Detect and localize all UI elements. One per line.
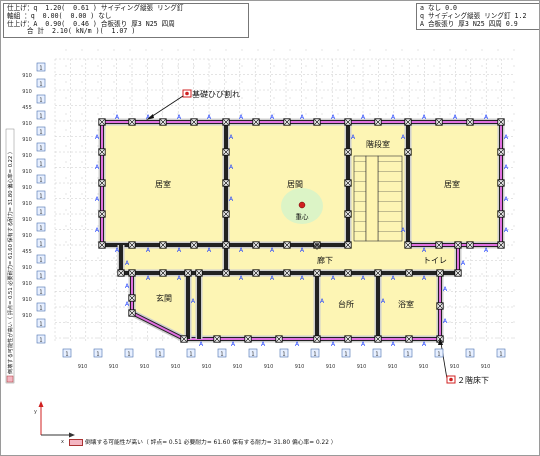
span-label: 910 (419, 364, 429, 370)
annotation-foundation-crack-label: 基礎ひび割れ (192, 89, 240, 99)
axis-box-label: 1 (39, 226, 42, 232)
room-label-corridor: 廊下 (317, 255, 333, 265)
span-label: 910 (264, 364, 274, 370)
span-label: 910 (22, 297, 32, 303)
span-label: 910 (22, 89, 32, 95)
span-label: 910 (22, 233, 32, 239)
axis-box-label: 1 (344, 352, 347, 358)
axis-box-label: 1 (406, 352, 409, 358)
axis-box-label: 1 (39, 66, 42, 72)
span-label: 910 (233, 364, 243, 370)
axis-box-label: 1 (220, 352, 223, 358)
axis-box-label: 1 (499, 352, 502, 358)
axis-box-label: 1 (39, 258, 42, 264)
axis-box-label: 1 (375, 352, 378, 358)
span-label: 910 (22, 201, 32, 207)
room-label-living1: 居室 (155, 179, 171, 189)
axis-box-label: 1 (65, 352, 68, 358)
axis-box-label: 1 (39, 338, 42, 344)
span-label: 910 (295, 364, 305, 370)
room-label-stairs: 階段室 (366, 139, 390, 149)
axis-box-label: 1 (39, 322, 42, 328)
axis-box-label: 1 (39, 114, 42, 120)
axis-box-label: 1 (39, 82, 42, 88)
room-label-entrance: 玄関 (156, 293, 172, 303)
axis-box-label: 1 (39, 194, 42, 200)
axis-box-label: 1 (39, 146, 42, 152)
axis-box-label: 1 (39, 210, 42, 216)
span-label: 910 (202, 364, 212, 370)
axis-box-label: 1 (39, 242, 42, 248)
span-label: 910 (22, 281, 32, 287)
axis-box-label: 1 (39, 178, 42, 184)
span-label: 910 (171, 364, 181, 370)
dimension-row: 1 1 1 1 1 1 1 1 1 1 1 1 1 1 1 910 910 910 910 910 910 910 910 9… (62, 348, 506, 370)
span-label: 910 (450, 364, 460, 370)
span-label: 910 (22, 153, 32, 159)
axis-box-label: 1 (313, 352, 316, 358)
span-label: 910 (78, 364, 88, 370)
span-label: 910 (22, 185, 32, 191)
room-label-living2: 居室 (444, 179, 460, 189)
axis-box-label: 1 (251, 352, 254, 358)
room-label-toilet: トイレ (423, 256, 447, 265)
axis-box-label: 1 (282, 352, 285, 358)
axis-box-label: 1 (39, 306, 42, 312)
status-swatch (69, 439, 83, 446)
room-label-bath: 浴室 (398, 299, 414, 309)
annotation-second-floor-label: ２階床下 (457, 375, 489, 385)
span-label: 910 (109, 364, 119, 370)
center-of-gravity-label: 重心 (296, 213, 310, 221)
axis-box-label: 1 (468, 352, 471, 358)
stair-flight-left (353, 155, 367, 242)
axis-y-label: y (34, 409, 37, 415)
axis-box-label: 1 (189, 352, 192, 358)
vertical-status-text: 倒壊する可能性が高い（ 評点= 0.51 必要耐力= 61.60 保有する耐力=… (6, 149, 14, 374)
span-label: 910 (140, 364, 150, 370)
span-label: 455 (22, 105, 32, 111)
annotation-second-floor[interactable]: ２階床下 (438, 338, 489, 385)
stair-landing (365, 155, 379, 242)
span-label: 910 (326, 364, 336, 370)
vertical-result-text: 倒壊する可能性が高い（ 評点= 0.51 必要耐力= 61.60 保有する耐力=… (5, 128, 15, 384)
axis-box-label: 1 (39, 98, 42, 104)
floor-plan-canvas[interactable]: A A A A A A A A A A A A AAAAAAAAAAAAA AAA A A A A A A A AA AA A… (1, 1, 539, 455)
span-label: 910 (22, 217, 32, 223)
span-label: 910 (22, 313, 32, 319)
axis-box-label: 1 (39, 162, 42, 168)
status-bar: 倒壊する可能性が高い（ 評点= 0.51 必要耐力= 61.60 保有する耐力=… (69, 438, 369, 448)
axis-box-label: 1 (39, 290, 42, 296)
stair-flight-right (377, 155, 403, 242)
span-label: 910 (22, 121, 32, 127)
span-label: 910 (22, 265, 32, 271)
span-label: 910 (481, 364, 491, 370)
status-text: 倒壊する可能性が高い（ 評点= 0.51 必要耐力= 61.60 保有する耐力=… (85, 440, 337, 446)
room-label-kitchen: 台所 (338, 299, 354, 309)
dimension-column: 1 1 1 1 1 1 1 1 1 1 1 1 1 1 1 1 1 1 910 910 455 910 910 910 910 9… (22, 62, 46, 344)
span-label: 910 (357, 364, 367, 370)
axis-box-label: 1 (39, 274, 42, 280)
drawing-window: 仕上げ：q 1.20( 0.61 ) サイディング縦張 リング釘 軸組 ：q 0.… (0, 0, 540, 456)
axis-x-label: x (61, 439, 64, 445)
span-label: 455 (22, 249, 32, 255)
room-label-living-main: 居間 (287, 180, 303, 189)
span-label: 910 (22, 169, 32, 175)
span-label: 910 (22, 137, 32, 143)
axis-box-label: 1 (437, 352, 440, 358)
axis-box-label: 1 (127, 352, 130, 358)
axis-box-label: 1 (39, 130, 42, 136)
center-of-gravity-marker[interactable] (298, 201, 306, 209)
span-label: 910 (388, 364, 398, 370)
span-label: 910 (22, 73, 32, 79)
axis-box-label: 1 (96, 352, 99, 358)
axis-box-label: 1 (158, 352, 161, 358)
